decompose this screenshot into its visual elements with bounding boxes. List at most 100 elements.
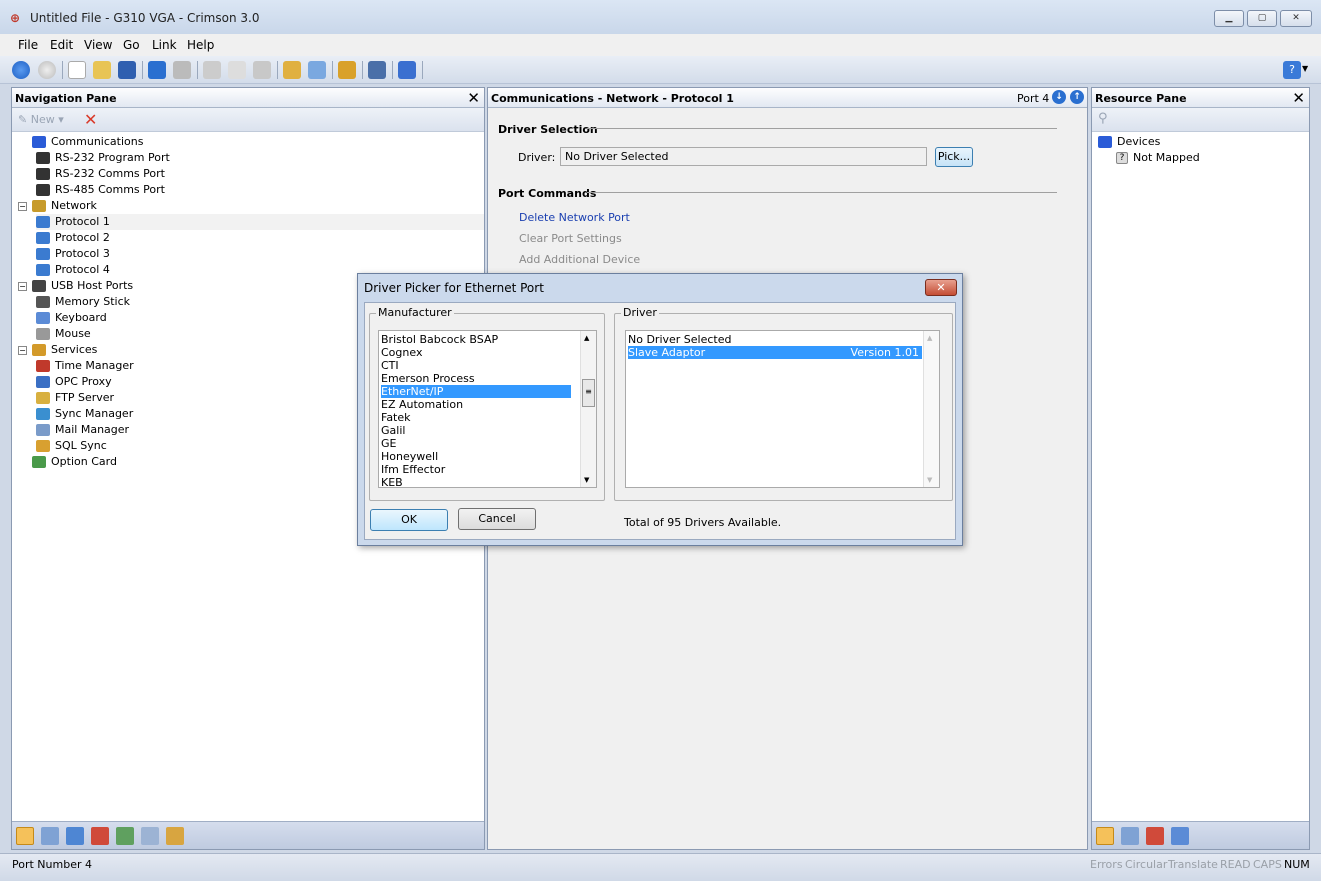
tree-node[interactable]: SQL Sync — [36, 438, 107, 454]
help-icon[interactable]: ? — [1283, 61, 1301, 79]
back-icon[interactable] — [12, 61, 30, 79]
manufacturer-item[interactable]: Cognex — [381, 346, 571, 359]
programs-category-icon[interactable] — [91, 827, 109, 845]
menu-file[interactable]: File — [18, 38, 38, 52]
manufacturer-item[interactable]: GE — [381, 437, 571, 450]
paste-icon[interactable] — [253, 61, 271, 79]
help-dropdown-icon[interactable]: ▼ — [1302, 64, 1308, 73]
scroll-up-icon[interactable]: ▲ — [584, 334, 589, 342]
copy-icon[interactable] — [228, 61, 246, 79]
tree-node[interactable]: − Services — [18, 342, 97, 358]
tree-node[interactable]: Option Card — [18, 454, 117, 470]
data-tags-category-icon[interactable] — [41, 827, 59, 845]
manufacturer-item[interactable]: Galil — [381, 424, 571, 437]
driver-selection-header: Driver Selection — [498, 123, 598, 136]
tree-expander[interactable]: − — [18, 345, 27, 355]
communications-category-icon[interactable] — [1096, 827, 1114, 845]
display-pages-category-icon[interactable] — [66, 827, 84, 845]
manufacturer-item[interactable]: CTI — [381, 359, 571, 372]
not-mapped-node[interactable]: ? Not Mapped — [1116, 150, 1200, 166]
driver-item[interactable]: No Driver Selected — [628, 333, 922, 346]
next-port-icon[interactable]: ↓ — [1052, 90, 1066, 104]
tree-node[interactable]: FTP Server — [36, 390, 114, 406]
tree-node[interactable]: RS-485 Comms Port — [36, 182, 165, 198]
display-icon[interactable] — [368, 61, 386, 79]
ok-button[interactable]: OK — [370, 509, 448, 531]
system-category-icon[interactable] — [1171, 827, 1189, 845]
driver-list[interactable]: ▲ ▼ No Driver Selected Slave Adaptor Versi… — [625, 330, 940, 488]
tree-node[interactable]: RS-232 Comms Port — [36, 166, 165, 182]
driver-item-version: Version 1.01 — [850, 346, 919, 359]
tree-node[interactable]: Mail Manager — [36, 422, 129, 438]
delete-network-port-link[interactable]: Delete Network Port — [519, 211, 630, 224]
menu-help[interactable]: Help — [187, 38, 214, 52]
undo-icon[interactable] — [148, 61, 166, 79]
status-caps: CAPS — [1253, 858, 1282, 871]
save-icon[interactable] — [118, 61, 136, 79]
forward-icon[interactable] — [38, 61, 56, 79]
menu-go[interactable]: Go — [123, 38, 140, 52]
manufacturer-item[interactable]: KEB — [381, 476, 571, 489]
tree-node[interactable]: − Network — [18, 198, 97, 214]
new-file-icon[interactable] — [68, 61, 86, 79]
manufacturer-item[interactable]: Fatek — [381, 411, 571, 424]
tree-node[interactable]: Mouse — [36, 326, 91, 342]
tree-node[interactable]: Keyboard — [36, 310, 107, 326]
manufacturer-list[interactable]: ▲ ≡ ▼ Bristol Babcock BSAP Cognex CTI Emers… — [378, 330, 597, 489]
delete-icon[interactable]: ✕ — [84, 110, 97, 129]
data-tags-category-icon[interactable] — [1121, 827, 1139, 845]
tree-node[interactable]: Protocol 1 — [36, 214, 484, 230]
main-pane-title: Communications - Network - Protocol 1 — [491, 92, 734, 105]
pen-icon[interactable] — [398, 61, 416, 79]
find-all-icon[interactable] — [283, 61, 301, 79]
tree-node[interactable]: OPC Proxy — [36, 374, 112, 390]
close-icon[interactable]: ✕ — [467, 89, 480, 107]
tree-node[interactable]: Sync Manager — [36, 406, 133, 422]
pick-driver-button[interactable]: Pick... — [935, 147, 973, 167]
minimize-button[interactable]: ▁ — [1214, 10, 1244, 27]
tree-node[interactable]: Memory Stick — [36, 294, 130, 310]
search-icon[interactable]: ⚲ — [1098, 111, 1108, 126]
new-button[interactable]: ✎ New ▾ — [18, 113, 64, 126]
cut-icon[interactable] — [203, 61, 221, 79]
close-icon[interactable]: ✕ — [1292, 89, 1305, 107]
tree-node[interactable]: Communications — [18, 134, 143, 150]
tree-expander[interactable]: − — [18, 201, 27, 211]
tree-node[interactable]: − USB Host Ports — [18, 278, 133, 294]
tree-node[interactable]: Protocol 3 — [36, 246, 110, 262]
manufacturer-item[interactable]: EZ Automation — [381, 398, 571, 411]
menu-view[interactable]: View — [84, 38, 112, 52]
driver-item[interactable]: Slave Adaptor Version 1.01 — [628, 346, 922, 359]
link-icon[interactable] — [338, 61, 356, 79]
dialog-close-button[interactable]: ✕ — [925, 279, 957, 296]
manufacturer-scrollbar[interactable]: ▲ ≡ ▼ — [580, 331, 596, 487]
scroll-down-icon[interactable]: ▼ — [584, 476, 589, 484]
tree-node[interactable]: Time Manager — [36, 358, 134, 374]
menu-edit[interactable]: Edit — [50, 38, 73, 52]
manufacturer-item[interactable]: Emerson Process — [381, 372, 571, 385]
maximize-button[interactable]: ▢ — [1247, 10, 1277, 27]
security-category-icon[interactable] — [166, 827, 184, 845]
cancel-button[interactable]: Cancel — [458, 508, 536, 530]
manufacturer-item[interactable]: Bristol Babcock BSAP — [381, 333, 571, 346]
tree-node[interactable]: RS-232 Program Port — [36, 150, 170, 166]
communications-category-icon[interactable] — [16, 827, 34, 845]
devices-node[interactable]: Devices — [1098, 134, 1160, 150]
web-server-category-icon[interactable] — [116, 827, 134, 845]
tree-node[interactable]: Protocol 4 — [36, 262, 110, 278]
tree-node[interactable]: Protocol 2 — [36, 230, 110, 246]
manufacturer-item[interactable]: EtherNet/IP — [381, 385, 571, 398]
data-logger-category-icon[interactable] — [141, 827, 159, 845]
previous-port-icon[interactable]: ↑ — [1070, 90, 1084, 104]
menu-link[interactable]: Link — [152, 38, 177, 52]
scroll-thumb[interactable]: ≡ — [582, 379, 595, 407]
manufacturer-item[interactable]: Ifm Effector — [381, 463, 571, 476]
redo-icon[interactable] — [173, 61, 191, 79]
tree-expander[interactable]: − — [18, 281, 27, 291]
programs-category-icon[interactable] — [1146, 827, 1164, 845]
tree-node-icon — [36, 424, 50, 436]
manufacturer-item[interactable]: Honeywell — [381, 450, 571, 463]
open-folder-icon[interactable] — [93, 61, 111, 79]
find-replace-icon[interactable] — [308, 61, 326, 79]
close-window-button[interactable]: ✕ — [1280, 10, 1312, 27]
